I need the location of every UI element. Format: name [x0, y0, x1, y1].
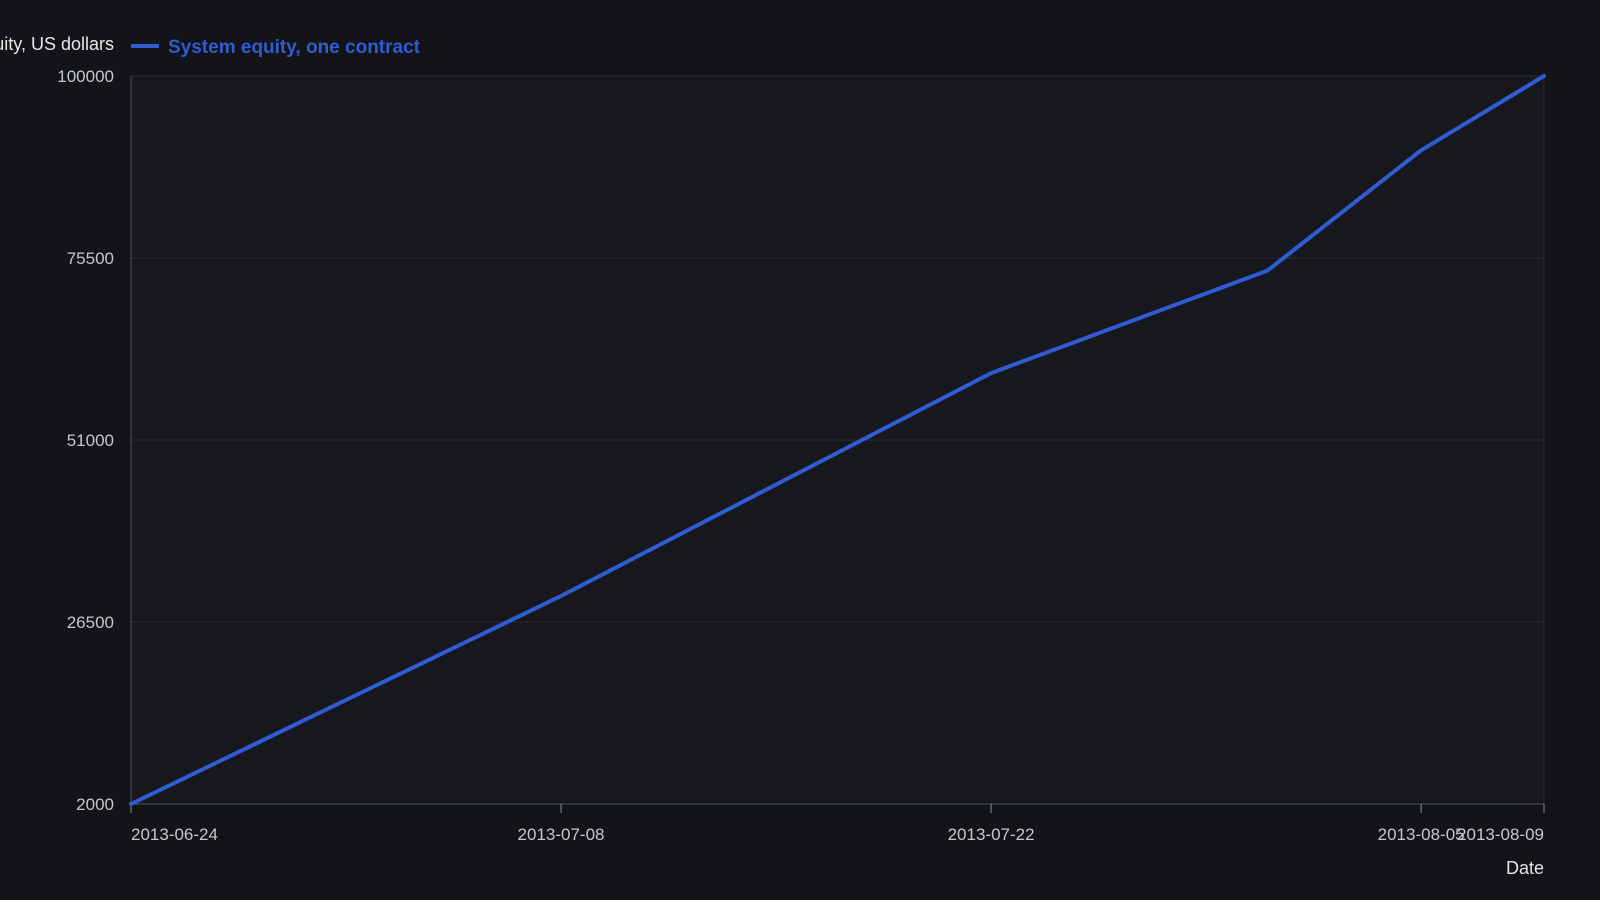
x-tick-label: 2013-08-05	[1378, 825, 1465, 844]
y-tick-label: 26500	[67, 613, 114, 632]
legend: System equity, one contract	[131, 37, 421, 58]
chart-container: 2000 26500 51000 75500 100000 2013-06-24 2013…	[0, 0, 1600, 900]
x-axis-title: Date	[1506, 858, 1544, 878]
legend-label: System equity, one contract	[168, 37, 421, 58]
x-tick-label: 2013-07-08	[518, 825, 605, 844]
line-chart: 2000265005100075500100000 2013-06-24 2013…	[0, 34, 1546, 878]
x-tick-labels: 2013-06-24 2013-07-08 2013-07-22 2013-08-05…	[131, 825, 1544, 844]
x-tick-label: 2013-07-22	[948, 825, 1035, 844]
y-tick-label: 2000	[76, 795, 114, 814]
y-tick-label: 100000	[57, 67, 114, 86]
y-tick-label: 75500	[67, 249, 114, 268]
y-tick-labels: 2000 26500 51000 75500 100000	[57, 67, 114, 814]
x-tick-label: 2013-08-09	[1457, 825, 1544, 844]
x-tick-label: 2013-06-24	[131, 825, 218, 844]
y-tick-label: 51000	[67, 431, 114, 450]
y-axis-title: Equity, US dollars	[0, 34, 114, 54]
